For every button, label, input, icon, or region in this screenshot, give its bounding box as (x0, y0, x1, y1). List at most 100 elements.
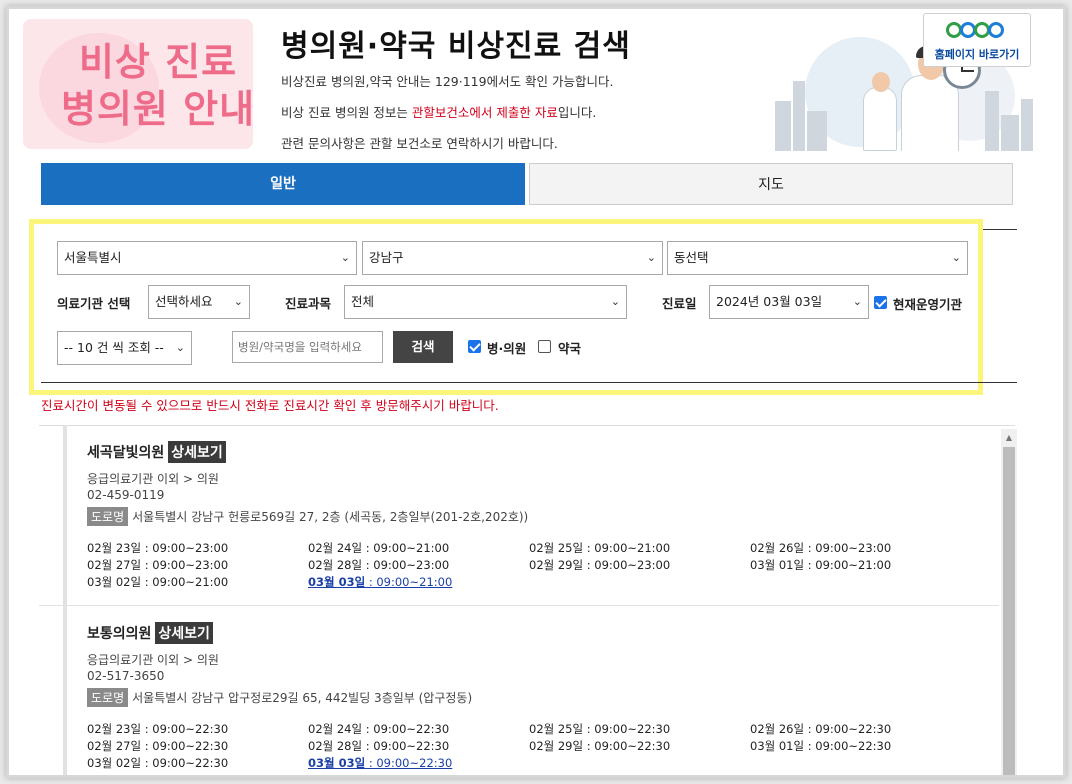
entry-address-text: 서울특별시 강남구 압구정로29길 65, 442빌딩 3층일부 (압구정동) (132, 691, 473, 705)
entry-type: 응급의료기관 이외 > 의원 (87, 653, 219, 667)
entry-phone: 02-459-0119 (87, 488, 165, 502)
hospital-label: 병·의원 (487, 341, 527, 356)
entry-accent-bar (63, 606, 67, 775)
facility-select-value: 선택하세요 (155, 294, 213, 309)
hours-item: 02월 23일 : 09:00~23:00 (87, 541, 229, 555)
banner-title: 비상 진료 병의원 안내 (61, 39, 255, 133)
scroll-up-arrow-icon[interactable]: ▲ (1001, 433, 1017, 443)
scrollbar-thumb[interactable] (1003, 447, 1015, 775)
hours-item: 02월 27일 : 09:00~23:00 (87, 558, 229, 572)
district-select-value: 강남구 (369, 250, 404, 265)
entry-type: 응급의료기관 이외 > 의원 (87, 472, 219, 486)
chevron-down-icon: ⌄ (610, 295, 620, 308)
chevron-down-icon: ⌄ (646, 251, 656, 264)
hours-item: 02월 24일 : 09:00~22:30 (308, 722, 450, 736)
hours-item: 03월 02일 : 09:00~22:30 (87, 756, 229, 770)
hours-item: 02월 29일 : 09:00~22:30 (529, 739, 671, 753)
hours-item-today[interactable]: 03월 03일 : 09:00~22:30 (308, 755, 452, 771)
hours-item: 02월 28일 : 09:00~22:30 (308, 739, 450, 753)
chevron-down-icon: ⌄ (951, 251, 961, 264)
today-date: 03월 03일 (308, 756, 366, 770)
department-select[interactable]: 전체 ⌄ (344, 285, 627, 319)
list-item: 세곡달빛의원 상세보기 응급의료기관 이외 > 의원 02-459-0119 도로… (39, 425, 999, 606)
entry-title: 세곡달빛의원 상세보기 (87, 441, 226, 463)
hours-item: 03월 01일 : 09:00~21:00 (750, 558, 892, 572)
entry-name: 보통의의원 (87, 626, 152, 642)
chevron-down-icon: ⌄ (340, 251, 350, 264)
chevron-down-icon: ⌄ (175, 341, 185, 354)
page-size-select[interactable]: -- 10 건 씩 조회 -- ⌄ (57, 331, 192, 365)
operating-checkbox[interactable] (874, 296, 887, 309)
hours-item: 02월 26일 : 09:00~23:00 (750, 541, 892, 555)
name-search-placeholder: 병원/약국명을 입력하세요 (238, 340, 362, 354)
hours-item: 03월 01일 : 09:00~22:30 (750, 739, 892, 753)
header: 비상 진료 병의원 안내 병의원·약국 비상진료 검색 비상진료 병의원,약국 … (9, 9, 1063, 159)
facility-select[interactable]: 선택하세요 ⌄ (148, 285, 250, 319)
results-scrollbar[interactable]: ▲ (1001, 429, 1017, 775)
hours-item: 02월 25일 : 09:00~22:30 (529, 722, 671, 736)
road-address-badge: 도로명 (87, 507, 129, 526)
date-select[interactable]: 2024년 03월 03일 ⌄ (709, 285, 869, 319)
description-line1: 비상진료 병의원,약국 안내는 129·119에서도 확인 가능합니다. (281, 74, 614, 89)
hospital-checkbox[interactable] (468, 340, 481, 353)
city-select-value: 서울특별시 (64, 250, 122, 265)
today-date: 03월 03일 (308, 575, 366, 589)
city-select[interactable]: 서울특별시 ⌄ (57, 241, 357, 275)
name-search-input[interactable]: 병원/약국명을 입력하세요 (232, 331, 383, 363)
page-title: 병의원·약국 비상진료 검색 (281, 29, 631, 64)
entry-address: 도로명 서울특별시 강남구 헌릉로569길 27, 2층 (세곡동, 2층일부(2… (87, 507, 528, 526)
filter-bottom-line (41, 382, 1017, 383)
entry-accent-bar (63, 425, 67, 605)
hours-item: 02월 25일 : 09:00~21:00 (529, 541, 671, 555)
entry-phone: 02-517-3650 (87, 669, 165, 683)
browser-frame: 비상 진료 병의원 안내 병의원·약국 비상진료 검색 비상진료 병의원,약국 … (6, 6, 1066, 778)
pharmacy-checkbox[interactable] (538, 340, 551, 353)
entry-name: 세곡달빛의원 (87, 445, 165, 461)
hours-item: 02월 28일 : 09:00~23:00 (308, 558, 450, 572)
description-line2-post: 입니다. (557, 105, 597, 120)
hours-item: 02월 26일 : 09:00~22:30 (750, 722, 892, 736)
department-select-value: 전체 (351, 294, 375, 309)
page-size-value: -- 10 건 씩 조회 -- (64, 340, 164, 355)
entry-address-text: 서울특별시 강남구 헌릉로569길 27, 2층 (세곡동, 2층일부(201-… (132, 510, 529, 524)
hours-item: 02월 29일 : 09:00~23:00 (529, 558, 671, 572)
tab-general[interactable]: 일반 (41, 163, 525, 205)
today-time: : 09:00~22:30 (365, 756, 453, 770)
description-line2-pre: 비상 진료 병의원 정보는 (281, 105, 412, 120)
list-item: 보통의의원 상세보기 응급의료기관 이외 > 의원 02-517-3650 도로명… (39, 606, 999, 775)
detail-button[interactable]: 상세보기 (168, 441, 226, 463)
pharmacy-label: 약국 (558, 341, 582, 356)
hours-item-today[interactable]: 03월 03일 : 09:00~21:00 (308, 574, 452, 590)
notice-text: 진료시간이 변동될 수 있으므로 반드시 전화로 진료시간 확인 후 방문해주시… (41, 398, 499, 413)
date-select-value: 2024년 03월 03일 (716, 294, 823, 309)
view-tabs: 일반 지도 (41, 163, 1013, 205)
road-address-badge: 도로명 (87, 688, 129, 707)
hours-item: 02월 24일 : 09:00~21:00 (308, 541, 450, 555)
today-time: : 09:00~21:00 (365, 575, 453, 589)
entry-title: 보통의의원 상세보기 (87, 622, 213, 644)
homepage-link-button[interactable]: 홈페이지 바로가기 (923, 13, 1031, 67)
description-line2: 비상 진료 병의원 정보는 관할보건소에서 제출한 자료입니다. (281, 102, 596, 121)
detail-button[interactable]: 상세보기 (155, 622, 213, 644)
dong-select-value: 동선택 (674, 250, 709, 265)
date-label: 진료일 (662, 296, 697, 311)
homepage-link-label: 홈페이지 바로가기 (934, 48, 1020, 61)
hours-item: 02월 27일 : 09:00~22:30 (87, 739, 229, 753)
description-line2-highlight: 관할보건소에서 제출한 자료 (411, 105, 558, 120)
hours-item: 02월 23일 : 09:00~22:30 (87, 722, 229, 736)
results-list: 세곡달빛의원 상세보기 응급의료기관 이외 > 의원 02-459-0119 도로… (39, 425, 1015, 775)
department-label: 진료과목 (285, 296, 332, 311)
chevron-down-icon: ⌄ (852, 295, 862, 308)
operating-label: 현재운영기관 (893, 297, 963, 312)
description-line3: 관련 문의사항은 관할 보건소로 연락하시기 바랍니다. (281, 136, 558, 151)
banner-line1: 비상 진료 (78, 40, 238, 84)
tab-map[interactable]: 지도 (529, 163, 1013, 205)
district-select[interactable]: 강남구 ⌄ (362, 241, 663, 275)
search-button[interactable]: 검색 (393, 331, 453, 363)
dong-select[interactable]: 동선택 ⌄ (667, 241, 968, 275)
entry-address: 도로명 서울특별시 강남구 압구정로29길 65, 442빌딩 3층일부 (압구정… (87, 688, 472, 707)
banner-line2: 병의원 안내 (61, 87, 256, 131)
facility-label: 의료기관 선택 (57, 296, 131, 311)
egen-logo-icon (942, 18, 1012, 44)
chevron-down-icon: ⌄ (233, 295, 243, 308)
